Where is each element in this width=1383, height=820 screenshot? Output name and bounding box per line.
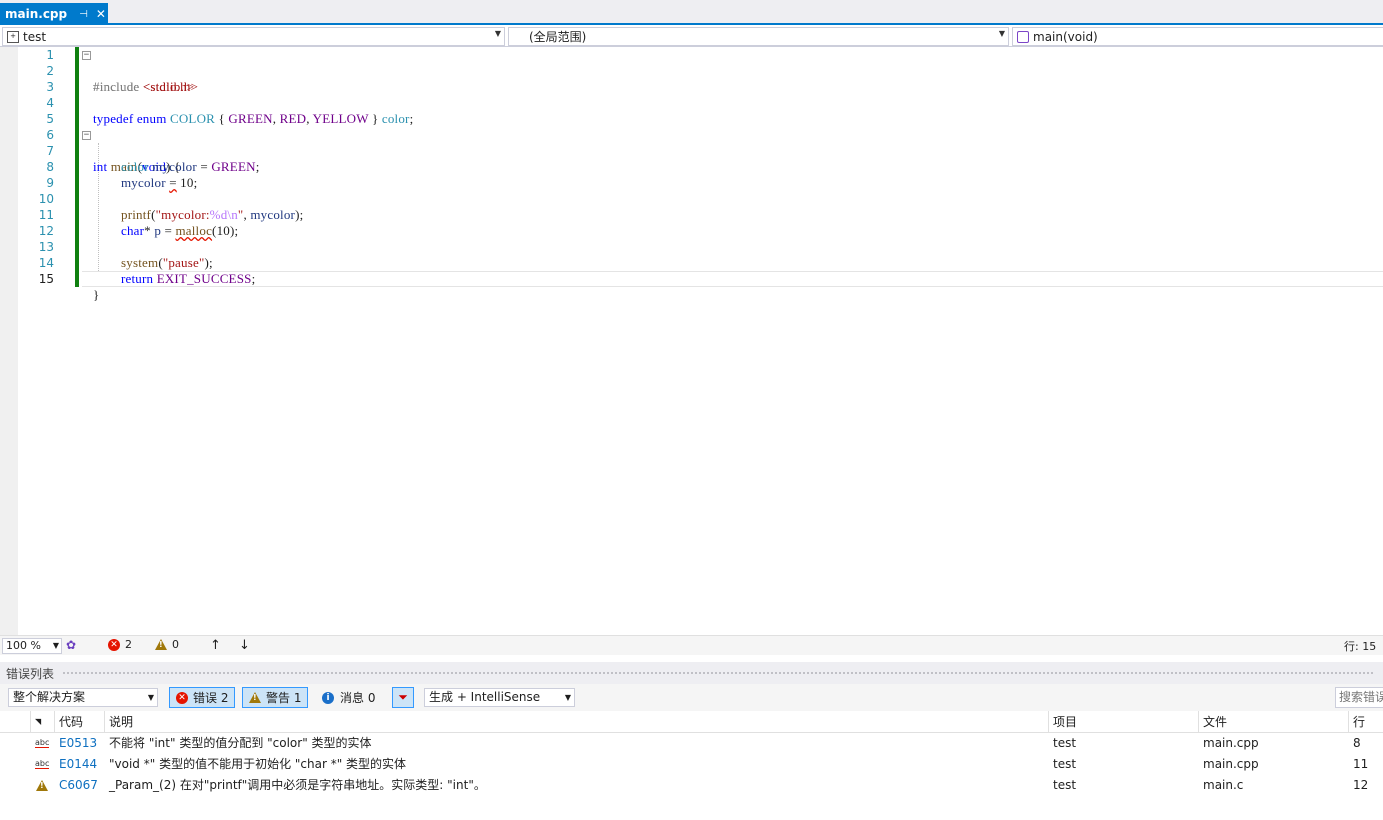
chevron-down-icon: ▼ [52, 641, 59, 650]
error-project: test [1053, 778, 1077, 792]
zoom-value: 100 % [6, 639, 41, 652]
error-count: 2 [125, 638, 132, 651]
code-editor[interactable]: 1 2 3 4 5 6 7 8 9 10 11 12 13 14 15 − #include <stdio.… [0, 47, 1383, 635]
error-list-toolbar: 整个解决方案 ▼ ✕ 错误 2 警告 1 i 消息 0 ⏷ 生成 + Intel… [0, 684, 1383, 711]
error-code-link[interactable]: E0144 [59, 754, 97, 775]
code-line-4: typedef enum COLOR { GREEN, RED, YELLOW … [93, 111, 414, 126]
error-count-indicator[interactable]: ✕ 2 [108, 638, 132, 651]
error-description: "void *" 类型的值不能用于初始化 "char *" 类型的实体 [109, 757, 407, 771]
warning-count: 0 [172, 638, 179, 651]
info-icon: i [322, 691, 334, 704]
error-file: main.cpp [1203, 757, 1259, 771]
code-line-10: printf("mycolor:%d\n", mycolor); [121, 207, 304, 222]
warning-icon [36, 780, 48, 791]
warning-icon [249, 692, 261, 703]
error-icon: ✕ [108, 638, 120, 651]
chevron-down-icon: ▼ [564, 693, 571, 702]
close-icon[interactable]: ✕ [96, 7, 106, 21]
error-line: 8 [1353, 736, 1361, 750]
error-project: test [1053, 736, 1077, 750]
pin-icon[interactable]: ⊣ [79, 9, 88, 20]
column-header-line[interactable]: 行 [1348, 711, 1383, 733]
error-list-search-input[interactable]: 搜索错误列表 [1335, 687, 1383, 708]
project-dropdown[interactable]: + test ▼ [2, 27, 505, 46]
filter-icon[interactable]: ⏷ [392, 687, 414, 708]
code-line-2: #include <stdlib.h> [93, 79, 199, 94]
code-line-14: return EXIT_SUCCESS; [121, 271, 256, 286]
tab-main-cpp[interactable]: main.cpp ⊣ ✕ [0, 3, 108, 25]
next-issue-arrow-icon[interactable]: ↓ [239, 638, 250, 653]
table-row[interactable]: abc E0144 "void *" 类型的值不能用于初始化 "char *" 类型… [0, 754, 1383, 775]
chevron-down-icon: ▼ [147, 693, 154, 702]
chevron-down-icon: ▼ [998, 29, 1005, 38]
scope-filter-label: 整个解决方案 [13, 690, 86, 704]
zoom-dropdown[interactable]: 100 % ▼ [2, 638, 62, 654]
project-label: test [23, 29, 47, 44]
error-file: main.cpp [1203, 736, 1259, 750]
error-icon: ✕ [176, 691, 188, 704]
intellisense-error-icon: abc [35, 738, 50, 748]
member-label: main(void) [1033, 29, 1098, 44]
table-row[interactable]: abc E0513 不能将 "int" 类型的值分配到 "color" 类型的实体 t… [0, 733, 1383, 754]
code-line-8: mycolor = 10; [121, 175, 198, 190]
error-list-header: ◥ 代码 说明 项目 文件 行 [0, 711, 1383, 733]
project-icon: + [7, 30, 19, 43]
error-list-title-bar: 错误列表 [0, 662, 1383, 684]
tab-title: main.cpp [5, 7, 68, 21]
warnings-filter-label: 警告 1 [266, 691, 302, 705]
fold-toggle-icon[interactable]: − [82, 131, 91, 140]
intellicode-icon[interactable]: ✿ [66, 638, 76, 652]
editor-status-bar: 100 % ▼ ✿ ✕ 2 0 ↑ ↓ 行: 15 [0, 635, 1383, 655]
code-line-11: char* p = malloc(10); [121, 223, 239, 238]
method-cube-icon [1017, 30, 1029, 43]
scope-filter-dropdown[interactable]: 整个解决方案 ▼ [8, 688, 158, 707]
messages-filter-label: 消息 0 [340, 691, 376, 705]
error-description: 不能将 "int" 类型的值分配到 "color" 类型的实体 [109, 736, 372, 750]
code-line-7: color mycolor = GREEN; [121, 159, 260, 174]
previous-issue-arrow-icon[interactable]: ↑ [210, 638, 221, 653]
errors-filter-label: 错误 2 [193, 691, 229, 705]
error-line: 12 [1353, 778, 1369, 792]
error-file: main.c [1203, 778, 1244, 792]
grip-handle[interactable] [62, 670, 1375, 676]
fold-toggle-icon[interactable]: − [82, 51, 91, 60]
line-indicator: 行: 15 [1344, 640, 1377, 653]
column-header-file[interactable]: 文件 [1198, 711, 1348, 733]
sort-indicator-icon[interactable]: ◥ [30, 711, 54, 733]
table-row[interactable]: C6067 _Param_(2) 在对"printf"调用中必须是字符串地址。实际… [0, 775, 1383, 796]
code-line-6: − int main(void) { [82, 130, 181, 174]
build-filter-dropdown[interactable]: 生成 + IntelliSense ▼ [424, 688, 575, 707]
warning-count-indicator[interactable]: 0 [155, 638, 179, 651]
column-header-code[interactable]: 代码 [54, 711, 104, 733]
column-header-description[interactable]: 说明 [104, 711, 1048, 733]
member-dropdown[interactable]: main(void) [1012, 27, 1383, 46]
warnings-filter-button[interactable]: 警告 1 [242, 687, 309, 708]
error-description: _Param_(2) 在对"printf"调用中必须是字符串地址。实际类型: "… [109, 778, 486, 792]
build-filter-label: 生成 + IntelliSense [429, 690, 541, 704]
intellisense-error-icon: abc [35, 759, 50, 769]
panel-title: 错误列表 [6, 666, 55, 681]
messages-filter-button[interactable]: i 消息 0 [318, 687, 379, 708]
code-line-1: − #include <stdio.h> [82, 50, 195, 94]
navigation-bar: + test ▼ (全局范围) ▼ main(void) [0, 26, 1383, 47]
document-tab-strip: main.cpp ⊣ ✕ [0, 0, 1383, 25]
column-header-project[interactable]: 项目 [1048, 711, 1198, 733]
code-line-15: } [93, 287, 100, 302]
code-line-13: system("pause"); [121, 255, 213, 270]
error-code-link[interactable]: C6067 [59, 775, 98, 796]
error-line: 11 [1353, 757, 1369, 771]
warning-icon [155, 639, 167, 650]
scope-label: (全局范围) [529, 30, 587, 44]
error-code-link[interactable]: E0513 [59, 733, 97, 754]
scope-dropdown[interactable]: (全局范围) ▼ [508, 27, 1009, 46]
error-project: test [1053, 757, 1077, 771]
chevron-down-icon: ▼ [494, 29, 501, 38]
errors-filter-button[interactable]: ✕ 错误 2 [169, 687, 236, 708]
